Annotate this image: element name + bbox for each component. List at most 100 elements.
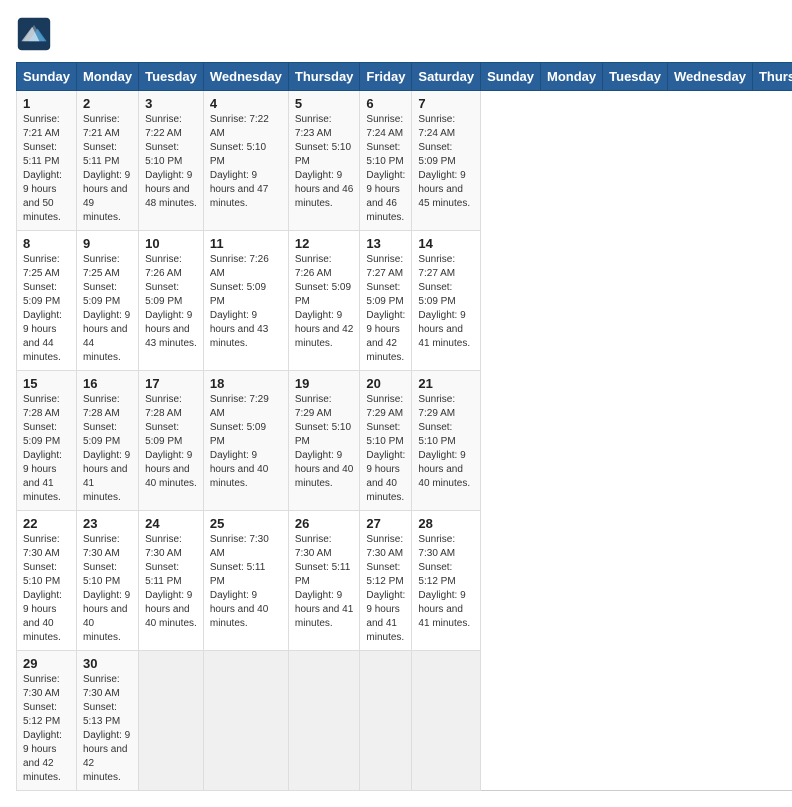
day-number: 21 (418, 376, 474, 391)
calendar-cell: 26Sunrise: 7:30 AM Sunset: 5:11 PM Dayli… (288, 511, 360, 651)
day-info: Sunrise: 7:27 AM Sunset: 5:09 PM Dayligh… (418, 253, 474, 351)
day-info: Sunrise: 7:30 AM Sunset: 5:11 PM Dayligh… (210, 533, 282, 631)
day-info: Sunrise: 7:29 AM Sunset: 5:09 PM Dayligh… (210, 393, 282, 491)
calendar-cell: 30 Sunrise: 7:30 AM Sunset: 5:13 PM Dayli… (76, 651, 138, 791)
calendar-cell (139, 651, 204, 791)
calendar-week-row: 8 Sunrise: 7:25 AM Sunset: 5:09 PM Daylig… (17, 231, 792, 371)
calendar-cell: 5 Sunrise: 7:23 AM Sunset: 5:10 PM Daylig… (288, 91, 360, 231)
calendar-cell: 15Sunrise: 7:28 AM Sunset: 5:09 PM Dayli… (17, 371, 77, 511)
day-number: 5 (295, 96, 354, 111)
calendar-cell: 2Sunrise: 7:21 AM Sunset: 5:11 PM Daylig… (76, 91, 138, 231)
calendar-header-row: SundayMondayTuesdayWednesdayThursdayFrid… (17, 63, 792, 91)
calendar-cell (288, 651, 360, 791)
header-wednesday: Wednesday (203, 63, 288, 91)
day-info: Sunrise: 7:24 AM Sunset: 5:10 PM Dayligh… (366, 113, 405, 225)
calendar-cell: 27 Sunrise: 7:30 AM Sunset: 5:12 PM Dayli… (360, 511, 412, 651)
calendar-cell: 28Sunrise: 7:30 AM Sunset: 5:12 PM Dayli… (412, 511, 481, 651)
day-number: 27 (366, 516, 405, 531)
calendar-cell (360, 651, 412, 791)
day-number: 1 (23, 96, 70, 111)
day-info: Sunrise: 7:27 AM Sunset: 5:09 PM Dayligh… (366, 253, 405, 365)
calendar-cell: 23 Sunrise: 7:30 AM Sunset: 5:10 PM Dayli… (76, 511, 138, 651)
header-tuesday: Tuesday (139, 63, 204, 91)
calendar-cell: 6 Sunrise: 7:24 AM Sunset: 5:10 PM Daylig… (360, 91, 412, 231)
calendar-week-row: 15Sunrise: 7:28 AM Sunset: 5:09 PM Dayli… (17, 371, 792, 511)
day-info: Sunrise: 7:30 AM Sunset: 5:12 PM Dayligh… (23, 673, 70, 785)
calendar-cell: 16 Sunrise: 7:28 AM Sunset: 5:09 PM Dayli… (76, 371, 138, 511)
calendar-week-row: 29 Sunrise: 7:30 AM Sunset: 5:12 PM Dayli… (17, 651, 792, 791)
calendar-cell: 18 Sunrise: 7:29 AM Sunset: 5:09 PM Dayli… (203, 371, 288, 511)
day-info: Sunrise: 7:28 AM Sunset: 5:09 PM Dayligh… (23, 393, 70, 505)
calendar-cell: 7Sunrise: 7:24 AM Sunset: 5:09 PM Daylig… (412, 91, 481, 231)
day-number: 11 (210, 236, 282, 251)
day-info: Sunrise: 7:26 AM Sunset: 5:09 PM Dayligh… (145, 253, 197, 351)
day-info: Sunrise: 7:29 AM Sunset: 5:10 PM Dayligh… (418, 393, 474, 491)
calendar-cell: 24Sunrise: 7:30 AM Sunset: 5:11 PM Dayli… (139, 511, 204, 651)
day-number: 22 (23, 516, 70, 531)
calendar-cell (203, 651, 288, 791)
calendar-week-row: 22 Sunrise: 7:30 AM Sunset: 5:10 PM Dayli… (17, 511, 792, 651)
day-info: Sunrise: 7:30 AM Sunset: 5:10 PM Dayligh… (83, 533, 132, 645)
day-info: Sunrise: 7:30 AM Sunset: 5:12 PM Dayligh… (418, 533, 474, 631)
day-number: 30 (83, 656, 132, 671)
calendar-cell: 13 Sunrise: 7:27 AM Sunset: 5:09 PM Dayli… (360, 231, 412, 371)
day-info: Sunrise: 7:30 AM Sunset: 5:13 PM Dayligh… (83, 673, 132, 785)
day-info: Sunrise: 7:29 AM Sunset: 5:10 PM Dayligh… (366, 393, 405, 505)
day-number: 13 (366, 236, 405, 251)
header-monday: Monday (76, 63, 138, 91)
day-info: Sunrise: 7:25 AM Sunset: 5:09 PM Dayligh… (83, 253, 132, 365)
header-thursday: Thursday (288, 63, 360, 91)
day-info: Sunrise: 7:30 AM Sunset: 5:12 PM Dayligh… (366, 533, 405, 645)
day-number: 7 (418, 96, 474, 111)
header-sunday: Sunday (17, 63, 77, 91)
day-number: 8 (23, 236, 70, 251)
calendar-cell: 21 Sunrise: 7:29 AM Sunset: 5:10 PM Dayli… (412, 371, 481, 511)
calendar-cell: 8Sunrise: 7:25 AM Sunset: 5:09 PM Daylig… (17, 231, 77, 371)
header-wednesday: Wednesday (667, 63, 752, 91)
day-number: 16 (83, 376, 132, 391)
day-info: Sunrise: 7:29 AM Sunset: 5:10 PM Dayligh… (295, 393, 354, 491)
day-number: 6 (366, 96, 405, 111)
day-number: 4 (210, 96, 282, 111)
header-friday: Friday (360, 63, 412, 91)
calendar-cell: 29 Sunrise: 7:30 AM Sunset: 5:12 PM Dayli… (17, 651, 77, 791)
calendar-cell: 19 Sunrise: 7:29 AM Sunset: 5:10 PM Dayli… (288, 371, 360, 511)
day-number: 29 (23, 656, 70, 671)
day-info: Sunrise: 7:22 AM Sunset: 5:10 PM Dayligh… (145, 113, 197, 211)
calendar-cell (412, 651, 481, 791)
calendar-cell: 12 Sunrise: 7:26 AM Sunset: 5:09 PM Dayli… (288, 231, 360, 371)
calendar-cell: 10Sunrise: 7:26 AM Sunset: 5:09 PM Dayli… (139, 231, 204, 371)
day-number: 9 (83, 236, 132, 251)
calendar-week-row: 1 Sunrise: 7:21 AM Sunset: 5:11 PM Daylig… (17, 91, 792, 231)
day-info: Sunrise: 7:21 AM Sunset: 5:11 PM Dayligh… (83, 113, 132, 225)
header-sunday: Sunday (481, 63, 541, 91)
day-number: 17 (145, 376, 197, 391)
calendar-cell: 1 Sunrise: 7:21 AM Sunset: 5:11 PM Daylig… (17, 91, 77, 231)
day-number: 12 (295, 236, 354, 251)
day-info: Sunrise: 7:30 AM Sunset: 5:11 PM Dayligh… (145, 533, 197, 631)
day-info: Sunrise: 7:23 AM Sunset: 5:10 PM Dayligh… (295, 113, 354, 211)
day-number: 23 (83, 516, 132, 531)
calendar-table: SundayMondayTuesdayWednesdayThursdayFrid… (16, 62, 792, 791)
header-saturday: Saturday (412, 63, 481, 91)
calendar-cell: 4Sunrise: 7:22 AM Sunset: 5:10 PM Daylig… (203, 91, 288, 231)
day-info: Sunrise: 7:28 AM Sunset: 5:09 PM Dayligh… (83, 393, 132, 505)
calendar-cell: 17Sunrise: 7:28 AM Sunset: 5:09 PM Dayli… (139, 371, 204, 511)
day-info: Sunrise: 7:30 AM Sunset: 5:10 PM Dayligh… (23, 533, 70, 645)
calendar-cell: 22 Sunrise: 7:30 AM Sunset: 5:10 PM Dayli… (17, 511, 77, 651)
day-number: 14 (418, 236, 474, 251)
calendar-cell: 20 Sunrise: 7:29 AM Sunset: 5:10 PM Dayli… (360, 371, 412, 511)
logo-icon (16, 16, 52, 52)
day-info: Sunrise: 7:30 AM Sunset: 5:11 PM Dayligh… (295, 533, 354, 631)
day-number: 18 (210, 376, 282, 391)
day-number: 3 (145, 96, 197, 111)
day-info: Sunrise: 7:21 AM Sunset: 5:11 PM Dayligh… (23, 113, 70, 225)
calendar-cell: 3 Sunrise: 7:22 AM Sunset: 5:10 PM Daylig… (139, 91, 204, 231)
header (16, 16, 776, 52)
header-thursday: Thursday (752, 63, 792, 91)
logo (16, 16, 56, 52)
day-info: Sunrise: 7:26 AM Sunset: 5:09 PM Dayligh… (295, 253, 354, 351)
day-number: 20 (366, 376, 405, 391)
day-number: 25 (210, 516, 282, 531)
day-number: 19 (295, 376, 354, 391)
